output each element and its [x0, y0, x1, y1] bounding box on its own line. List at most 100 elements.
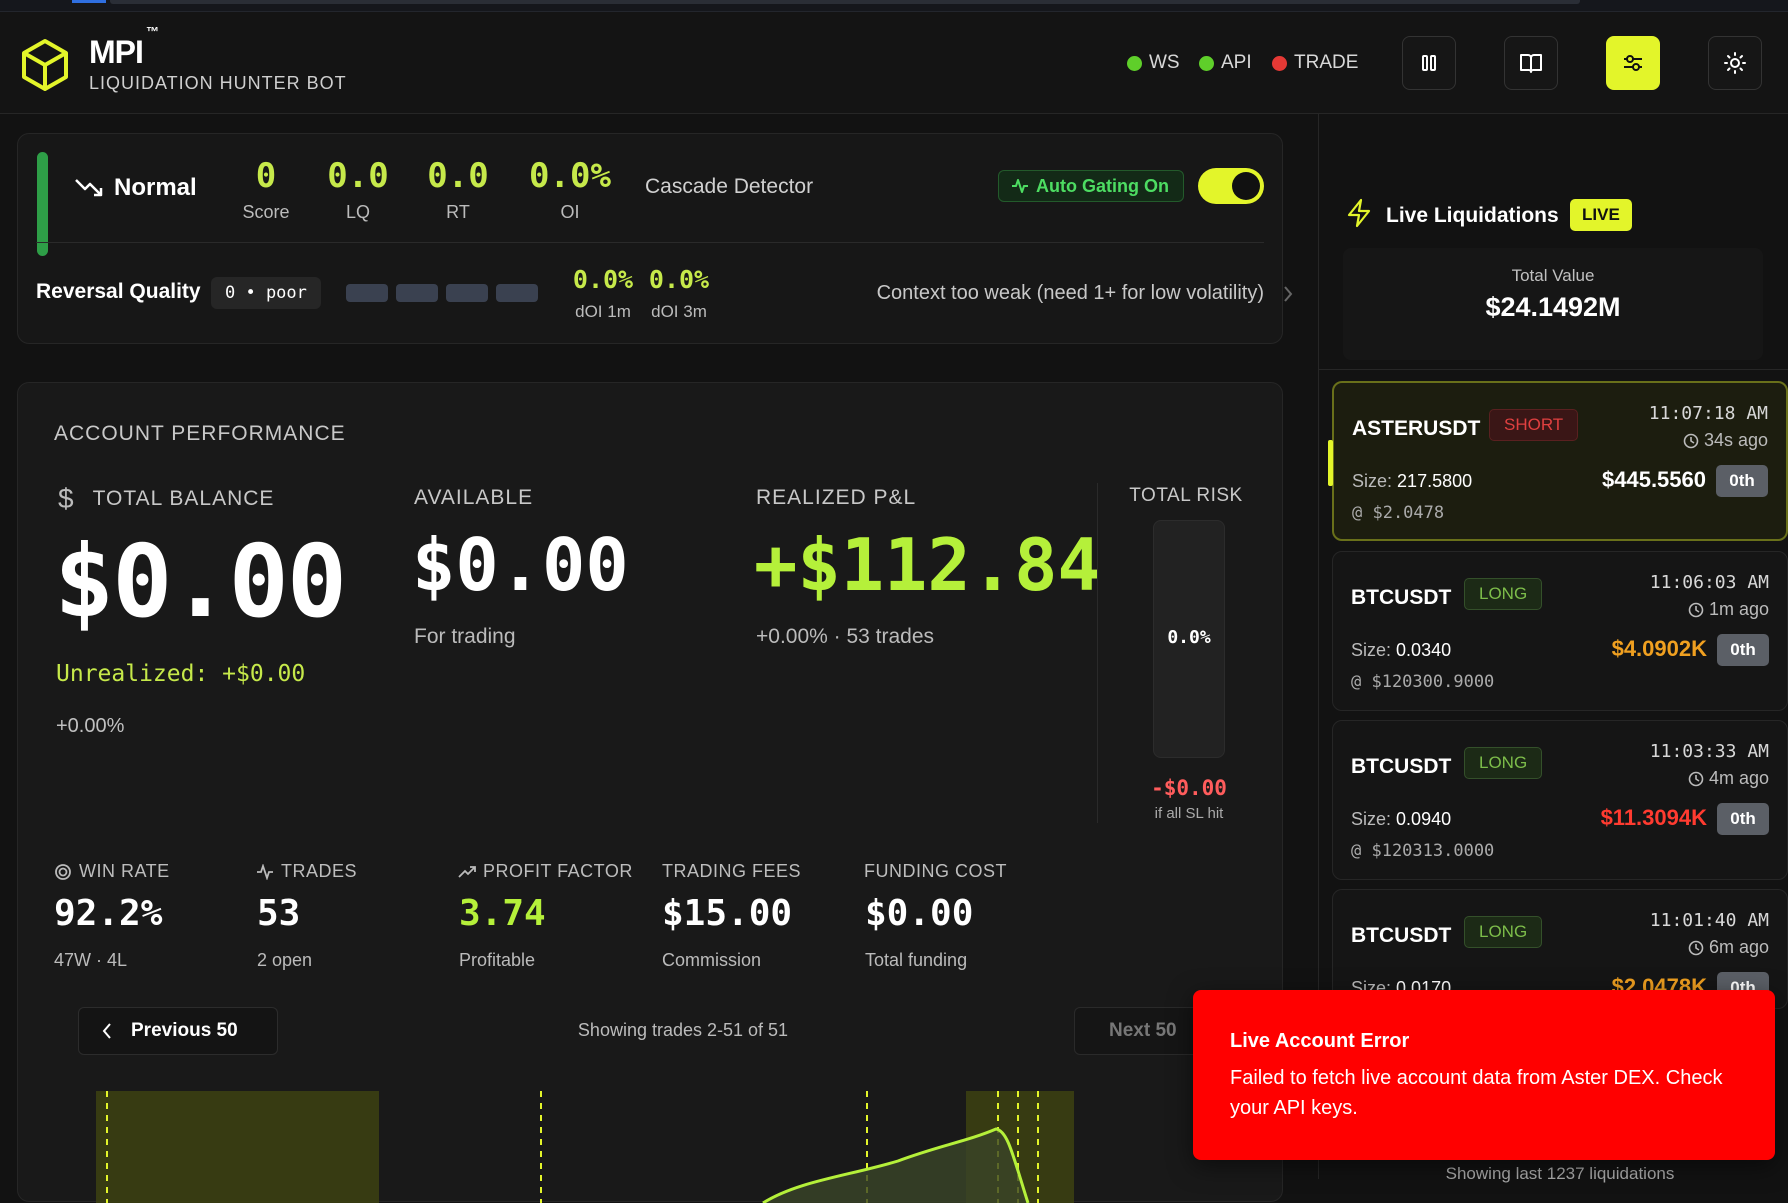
- trades-header: TRADES: [256, 861, 357, 882]
- available-label: AVAILABLE: [414, 486, 534, 509]
- brand-title: MPI: [89, 34, 144, 70]
- toast-message: Failed to fetch live account data from A…: [1230, 1067, 1723, 1119]
- liquidation-size: Size: 217.5800: [1352, 471, 1473, 491]
- api-status: API: [1199, 52, 1252, 74]
- trade-chart: [96, 1091, 1074, 1203]
- funding-cost-value: $0.00: [865, 893, 974, 934]
- account-title: ACCOUNT PERFORMANCE: [54, 422, 346, 445]
- total-balance-header: $ TOTAL BALANCE: [58, 483, 274, 515]
- auto-gating-toggle[interactable]: [1198, 168, 1264, 204]
- rt-label: RT: [446, 202, 470, 222]
- trending-down-icon: [75, 179, 103, 197]
- rank-badge: 0th: [1717, 634, 1769, 666]
- funding-cost-header: FUNDING COST: [864, 861, 1007, 881]
- reversal-badge: 0 • poor: [211, 277, 321, 309]
- state-indicator: [37, 152, 48, 256]
- quality-segment-4: [496, 284, 538, 302]
- oi-value: 0.0%: [529, 156, 611, 196]
- trending-up-icon: [458, 865, 476, 878]
- liquidation-time: 11:07:18 AM: [1648, 403, 1768, 424]
- activity-icon: [1012, 179, 1028, 193]
- ws-status-dot: [1127, 55, 1142, 71]
- error-toast[interactable]: Live Account Error Failed to fetch live …: [1193, 990, 1775, 1160]
- rank-badge: 0th: [1717, 803, 1769, 835]
- available-sub: For trading: [414, 625, 516, 648]
- lq-label: LQ: [345, 202, 370, 222]
- trading-fees-sub: Commission: [662, 950, 762, 970]
- liquidation-time: 11:03:33 AM: [1649, 741, 1769, 762]
- account-performance-panel: ACCOUNT PERFORMANCE $ TOTAL BALANCE $0.0…: [17, 382, 1283, 1203]
- clock-icon: [1688, 940, 1704, 955]
- liquidation-card[interactable]: BTCUSDT LONG 11:06:03 AM 1m ago Size: 0.…: [1332, 551, 1788, 711]
- clock-icon: [1688, 771, 1704, 786]
- chevron-left-icon: [102, 1023, 111, 1039]
- liquidation-symbol: ASTERUSDT: [1352, 417, 1481, 440]
- liquidation-ago: 34s ago: [1683, 430, 1768, 451]
- liquidation-card[interactable]: ASTERUSDT SHORT 11:07:18 AM 34s ago Size…: [1328, 381, 1788, 541]
- liquidation-card[interactable]: BTCUSDT LONG 11:03:33 AM 4m ago Size: 0.…: [1332, 720, 1788, 880]
- quality-segment-3: [446, 284, 488, 302]
- columns-button[interactable]: [1402, 36, 1456, 90]
- side-badge: LONG: [1464, 578, 1543, 610]
- settings-button[interactable]: [1606, 36, 1660, 90]
- rank-badge: 0th: [1716, 465, 1768, 497]
- sidebar-header-divider: [1319, 369, 1788, 370]
- total-risk-label: TOTAL RISK: [1129, 485, 1243, 506]
- liquidation-size: Size: 0.0340: [1351, 640, 1452, 660]
- reversal-message: Context too weak (need 1+ for low volati…: [876, 282, 1264, 304]
- cascade-state: Normal: [114, 174, 197, 201]
- funding-cost-sub: Total funding: [865, 950, 968, 970]
- toast-title: Live Account Error: [1230, 1030, 1410, 1052]
- target-icon: [55, 863, 71, 880]
- trademark: ™: [146, 24, 159, 39]
- live-liquidations-title: Live Liquidations: [1386, 204, 1559, 227]
- profit-factor-sub: Profitable: [459, 950, 536, 970]
- liquidation-symbol: BTCUSDT: [1351, 755, 1452, 778]
- liquidation-symbol: BTCUSDT: [1351, 586, 1452, 609]
- chevron-right-icon[interactable]: [1282, 285, 1294, 303]
- theme-button[interactable]: [1708, 36, 1762, 90]
- api-status-dot: [1199, 55, 1214, 71]
- available-value: $0.00: [412, 523, 629, 607]
- previous-50-button[interactable]: Previous 50: [78, 1007, 278, 1055]
- realized-pnl-label: REALIZED P&L: [756, 486, 917, 509]
- win-rate-sub: 47W · 4L: [54, 950, 128, 970]
- showing-trades: Showing trades 2-51 of 51: [577, 1020, 789, 1040]
- cube-logo-icon: [22, 39, 68, 91]
- columns-icon: [1422, 55, 1436, 71]
- win-rate-value: 92.2%: [54, 893, 163, 934]
- score-value: 0: [255, 156, 277, 196]
- liquidation-ago: 6m ago: [1688, 937, 1769, 958]
- trades-value: 53: [257, 893, 301, 934]
- live-liquidations-header: Live Liquidations LIVE Total Value $24.1…: [1319, 114, 1788, 370]
- liquidation-price: @ $2.0478: [1352, 503, 1445, 523]
- total-value: $24.1492M: [1485, 292, 1621, 322]
- risk-divider: [1097, 483, 1098, 823]
- risk-sub: if all SL hit: [1154, 805, 1224, 822]
- app-header: MPI ™ LIQUIDATION HUNTER BOT WS API TRAD…: [0, 12, 1788, 114]
- liquidation-symbol: BTCUSDT: [1351, 924, 1452, 947]
- activity-icon: [257, 863, 273, 880]
- realized-pnl-sub: +0.00% · 53 trades: [756, 625, 935, 648]
- liquidation-ago: 4m ago: [1688, 768, 1769, 789]
- total-balance-label: TOTAL BALANCE: [92, 487, 275, 510]
- oi-label: OI: [560, 202, 580, 222]
- cascade-detector-panel: Normal 0 Score 0.0 LQ 0.0 RT 0.0% OI Cas…: [17, 133, 1293, 344]
- doi-3m-label: dOI 3m: [651, 302, 707, 321]
- risk-value: -$0.00: [1151, 776, 1227, 800]
- quality-segment-1: [346, 284, 388, 302]
- liquidation-time: 11:06:03 AM: [1649, 572, 1769, 593]
- active-marker: [1328, 440, 1333, 486]
- score-label: Score: [242, 202, 290, 222]
- total-balance-value: $0.00: [54, 523, 347, 640]
- trades-sub: 2 open: [257, 950, 313, 970]
- liquidation-ago: 1m ago: [1688, 599, 1769, 620]
- docs-button[interactable]: [1504, 36, 1558, 90]
- panel-divider: [36, 242, 1264, 243]
- doi-1m-label: dOI 1m: [575, 302, 631, 321]
- brand-subtitle: LIQUIDATION HUNTER BOT: [89, 73, 347, 93]
- reversal-label: Reversal Quality: [36, 280, 201, 303]
- sliders-icon: [1624, 55, 1642, 71]
- trade-status-dot: [1272, 55, 1287, 71]
- lightning-icon: [1347, 198, 1371, 228]
